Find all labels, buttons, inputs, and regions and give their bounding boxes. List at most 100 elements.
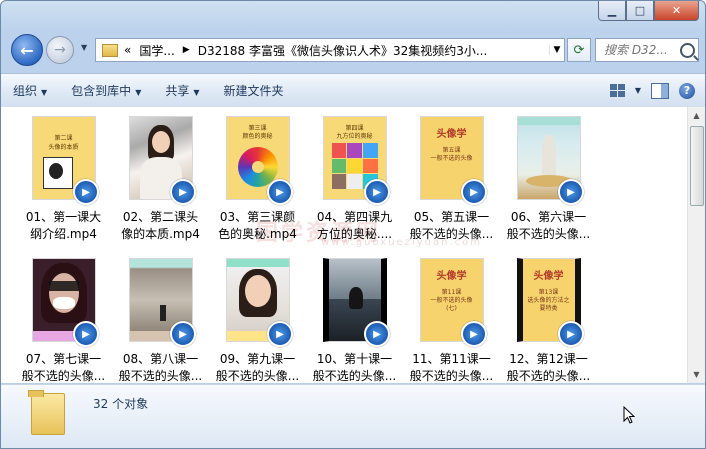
file-item[interactable]: ▶ 06、第六课一 般不选的头像...	[500, 113, 597, 249]
view-options-dropdown[interactable]: ▼	[635, 86, 641, 95]
file-name-line1: 12、第12课一	[509, 352, 588, 366]
search-input[interactable]	[602, 42, 678, 58]
item-count: 32 个对象	[93, 397, 149, 411]
back-button[interactable]: ←	[11, 34, 43, 66]
scrollbar-thumb[interactable]	[690, 126, 704, 206]
breadcrumb-parent[interactable]: 国学...	[139, 42, 174, 59]
file-name-line1: 03、第三课颜	[219, 210, 296, 224]
file-item[interactable]: ▶ 09、第九课一 般不选的头像...	[209, 255, 306, 383]
change-view-icon[interactable]	[609, 84, 625, 97]
file-list[interactable]: 国学资源网 www.guoxueziyuan.com 第二课 头像的本质 ▶ 01、第…	[1, 107, 687, 383]
vertical-scrollbar[interactable]: ▲ ▼	[687, 107, 705, 383]
include-in-library-label: 包含到库中	[71, 84, 132, 98]
video-file-icon: ▶	[267, 179, 293, 205]
file-item[interactable]: ▶ 08、第八课一 般不选的头像...	[112, 255, 209, 383]
file-grid: 第二课头像的本质 ▶ 01、第一课大 纲介绍.mp4 ▶ 02、第二课头 像的本质.mp4 第…	[15, 113, 597, 383]
breadcrumb-current[interactable]: D32188 李富强《微信头像识人术》32集视频约3小...	[198, 42, 488, 59]
file-name-line1: 04、第四课九	[316, 210, 393, 224]
video-file-icon: ▶	[558, 321, 584, 347]
help-icon[interactable]: ?	[679, 82, 695, 99]
recent-pages-dropdown[interactable]: ▼	[81, 43, 87, 52]
address-dropdown-icon[interactable]: ▼	[549, 45, 564, 55]
scroll-down-icon[interactable]: ▼	[688, 366, 705, 383]
thumb-title: 头像学	[436, 129, 467, 140]
address-bar[interactable]: « 国学... ▶ D32188 李富强《微信头像识人术》32集视频约3小...…	[95, 38, 565, 62]
new-folder-button[interactable]: 新建文件夹	[212, 82, 296, 99]
folder-icon	[102, 43, 118, 57]
breadcrumb-overflow[interactable]: «	[124, 43, 131, 57]
video-file-icon: ▶	[461, 179, 487, 205]
file-name-line2: 像的本质.mp4	[121, 227, 200, 241]
file-name-line2: 般不选的头像...	[506, 369, 591, 383]
forward-button[interactable]: →	[46, 36, 74, 64]
file-name-line1: 02、第二课头	[122, 210, 199, 224]
file-name-line1: 09、第九课一	[219, 352, 296, 366]
minimize-button[interactable]: ▁	[598, 1, 626, 21]
chevron-down-icon: ▼	[41, 88, 48, 97]
file-name: 07、第七课一 般不选的头像...	[15, 351, 112, 383]
thumb-subtitle: 第五课 一般不选的头像	[430, 147, 473, 162]
thumb-title: 头像学	[533, 271, 564, 282]
file-name: 12、第12课一 般不选的头像...	[500, 351, 597, 383]
file-item[interactable]: 第四课 九方位的奥秘 ▶ 04、第四课九 方位的奥秘....	[306, 113, 403, 249]
file-name-line1: 07、第七课一	[25, 352, 102, 366]
thumb-subtitle: 头像的本质	[48, 144, 79, 151]
file-name-line2: 般不选的头像...	[506, 227, 591, 241]
video-file-icon: ▶	[558, 179, 584, 205]
refresh-button[interactable]: ⟳	[567, 38, 591, 62]
file-item[interactable]: 头像学 第11课 一般不选的头像 (七) ▶ 11、第11课一 般不选的头像...	[403, 255, 500, 383]
thumb-subtitle: 九方位的奥秘	[336, 133, 373, 140]
mouse-cursor-icon	[623, 406, 635, 424]
file-name-line2: 般不选的头像...	[409, 227, 494, 241]
video-file-icon: ▶	[364, 179, 390, 205]
scroll-up-icon[interactable]: ▲	[688, 107, 705, 124]
details-pane: 32 个对象	[1, 384, 705, 448]
file-name: 11、第11课一 般不选的头像...	[403, 351, 500, 383]
organize-menu[interactable]: 组织 ▼	[1, 82, 59, 99]
video-file-icon: ▶	[170, 179, 196, 205]
command-bar: 组织 ▼ 包含到库中 ▼ 共享 ▼ 新建文件夹 ▼ ?	[1, 73, 705, 108]
file-name: 05、第五课一 般不选的头像...	[403, 209, 500, 243]
file-item[interactable]: ▶ 07、第七课一 般不选的头像...	[15, 255, 112, 383]
thumb-subtitle: 第13课 选头像的方法之 要特类	[527, 289, 570, 312]
explorer-window: ▁ □ ✕ ← → ▼ « 国学... ▶ D32188 李富强《微信头像识人术…	[0, 0, 706, 449]
file-name-line2: 方位的奥秘....	[316, 227, 393, 241]
video-file-icon: ▶	[73, 179, 99, 205]
file-item[interactable]: 头像学第13课 选头像的方法之 要特类 ▶ 12、第12课一 般不选的头像...	[500, 255, 597, 383]
file-item[interactable]: 第二课头像的本质 ▶ 01、第一课大 纲介绍.mp4	[15, 113, 112, 249]
file-name: 01、第一课大 纲介绍.mp4	[15, 209, 112, 243]
preview-pane-icon[interactable]	[651, 82, 669, 99]
video-file-icon: ▶	[170, 321, 196, 347]
file-item[interactable]: ▶ 10、第十课一 般不选的头像...	[306, 255, 403, 383]
search-icon[interactable]	[680, 42, 695, 58]
file-name-line1: 06、第六课一	[510, 210, 587, 224]
file-name-line2: 般不选的头像...	[118, 369, 203, 383]
video-file-icon: ▶	[267, 321, 293, 347]
close-button[interactable]: ✕	[654, 1, 699, 21]
share-menu[interactable]: 共享 ▼	[153, 82, 211, 99]
file-name: 10、第十课一 般不选的头像...	[306, 351, 403, 383]
thumb-title: 头像学	[436, 271, 467, 282]
share-label: 共享	[165, 84, 190, 98]
thumb-title: 第二课	[54, 135, 73, 142]
file-item[interactable]: 头像学第五课 一般不选的头像 ▶ 05、第五课一 般不选的头像...	[403, 113, 500, 249]
file-name-line2: 般不选的头像...	[215, 369, 300, 383]
file-name: 03、第三课颜 色的奥秘.mp4	[209, 209, 306, 243]
file-name-line2: 般不选的头像...	[21, 369, 106, 383]
include-in-library-menu[interactable]: 包含到库中 ▼	[59, 82, 153, 99]
file-item[interactable]: ▶ 02、第二课头 像的本质.mp4	[112, 113, 209, 249]
organize-label: 组织	[13, 84, 38, 98]
file-name-line1: 05、第五课一	[413, 210, 490, 224]
maximize-button[interactable]: □	[626, 1, 654, 21]
video-file-icon: ▶	[364, 321, 390, 347]
folder-icon	[28, 390, 65, 435]
video-file-icon: ▶	[461, 321, 487, 347]
file-name-line2: 纲介绍.mp4	[30, 227, 97, 241]
search-box[interactable]	[595, 38, 699, 62]
file-item[interactable]: 第三课 颜色的奥秘 ▶ 03、第三课颜 色的奥秘.mp4	[209, 113, 306, 249]
file-name: 04、第四课九 方位的奥秘....	[306, 209, 403, 243]
file-name: 09、第九课一 般不选的头像...	[209, 351, 306, 383]
breadcrumb-separator-icon[interactable]: ▶	[183, 45, 190, 55]
file-name-line1: 01、第一课大	[25, 210, 102, 224]
file-name-line1: 11、第11课一	[412, 352, 491, 366]
